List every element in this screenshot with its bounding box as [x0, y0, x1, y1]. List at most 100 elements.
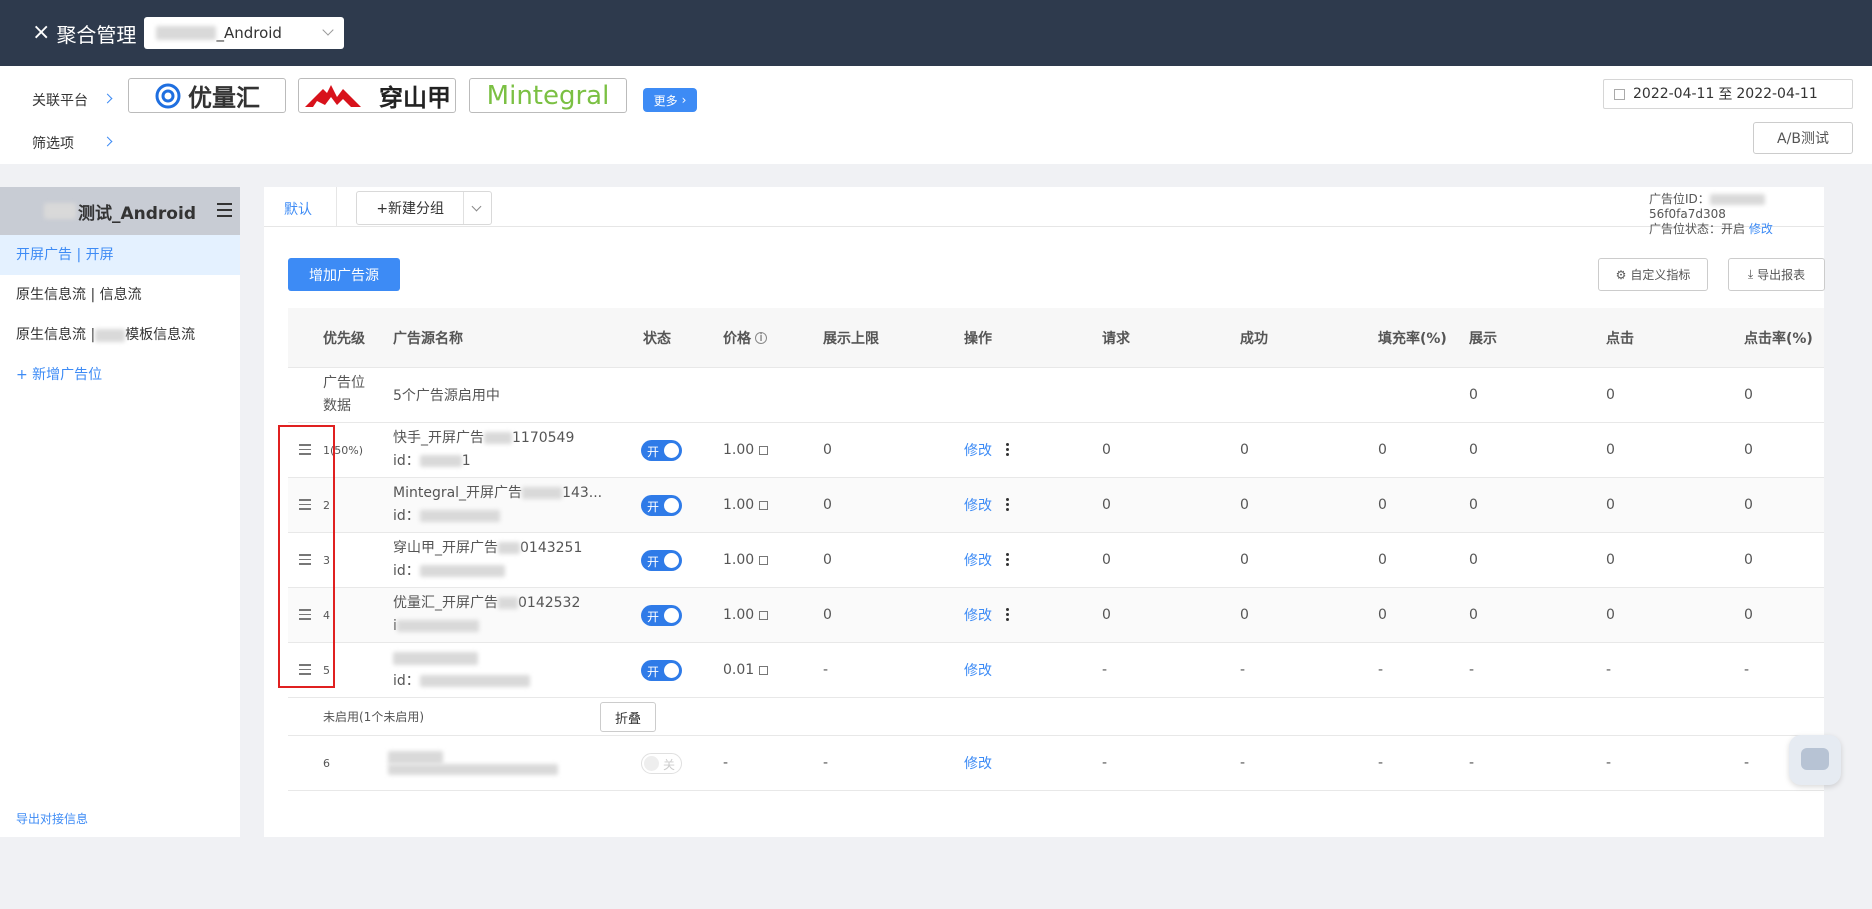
ad-position-info: 广告位ID：56f0fa7d308 广告位状态：开启 修改 — [1649, 192, 1824, 237]
edit-icon[interactable] — [759, 610, 769, 620]
close-icon[interactable]: × — [32, 22, 50, 44]
op-cell: 修改 — [964, 423, 1009, 477]
menu-icon[interactable] — [217, 203, 232, 221]
calendar-icon — [1614, 88, 1625, 100]
sidebar-item-template-feed[interactable]: 原生信息流 | 模板信息流 — [0, 315, 240, 355]
more-vertical-icon[interactable] — [1006, 552, 1009, 568]
info-icon[interactable]: i — [755, 331, 767, 344]
sidebar-item-label: 原生信息流 | — [16, 327, 96, 343]
status-toggle[interactable]: 开 — [641, 494, 682, 516]
col-header-click: 点击 — [1606, 330, 1634, 347]
chevron-down-icon — [322, 24, 335, 36]
shows: - — [1469, 662, 1475, 678]
edit-icon[interactable] — [759, 500, 769, 510]
source-name: 快手_开屏广告 1170549 id： 1 — [393, 430, 575, 469]
export-info-link[interactable]: 导出对接信息 — [16, 810, 88, 827]
chevron-right-icon[interactable] — [102, 136, 113, 147]
edit-icon[interactable] — [759, 555, 769, 565]
filter-bar: 关联平台 筛选项 优量汇 穿山甲 Mintegral 更多 › 2022-04-… — [0, 66, 1872, 164]
add-ad-source-button[interactable]: 增加广告源 — [288, 258, 400, 291]
platform-mintegral[interactable]: Mintegral — [469, 78, 627, 113]
source-name — [388, 736, 558, 790]
ab-test-button[interactable]: A/B测试 — [1753, 122, 1853, 154]
platform-name: Mintegral — [486, 80, 610, 111]
platform-youlianghui[interactable]: 优量汇 — [128, 78, 286, 113]
app-select[interactable]: _Android — [144, 17, 345, 49]
redacted-text — [498, 597, 518, 609]
more-vertical-icon[interactable] — [1006, 607, 1009, 623]
custom-metrics-button[interactable]: ⚙ 自定义指标 — [1598, 258, 1708, 291]
status-toggle-cell: 开 — [641, 643, 682, 697]
adpos-edit-link[interactable]: 修改 — [1749, 222, 1773, 236]
status-toggle-cell: 开 — [641, 423, 682, 477]
custom-metrics-label: 自定义指标 — [1630, 268, 1691, 282]
status-toggle[interactable]: 开 — [641, 439, 682, 461]
clicks: 0 — [1606, 442, 1615, 458]
aggregate-row: 广告位 数据 5个广告源启用中 0 0 0 — [288, 368, 1824, 423]
edit-link[interactable]: 修改 — [964, 660, 992, 680]
edit-link[interactable]: 修改 — [964, 440, 992, 460]
app-select-value: _Android — [216, 24, 282, 42]
redacted-text — [1709, 194, 1765, 205]
edit-link[interactable]: 修改 — [964, 736, 992, 790]
edit-link[interactable]: 修改 — [964, 495, 992, 515]
requests: 0 — [1102, 607, 1111, 623]
price: 1.00 — [723, 423, 769, 477]
price: 1.00 — [723, 533, 769, 587]
redacted-text — [419, 565, 505, 577]
source-name: 优量汇_开屏广告 0142532 i — [393, 595, 581, 634]
edit-link[interactable]: 修改 — [964, 550, 992, 570]
status-toggle-cell: 关 — [641, 736, 682, 790]
clicks: - — [1606, 662, 1612, 678]
status-toggle[interactable]: 开 — [641, 659, 682, 681]
chevron-right-icon: › — [681, 93, 687, 107]
sidebar-item-feed[interactable]: 原生信息流 | 信息流 — [0, 275, 240, 315]
table-row: 3 穿山甲_开屏广告 0143251 id： 开 1.00 0 修改 0 0 0 … — [288, 533, 1824, 588]
filter-label: 筛选项 — [32, 136, 74, 152]
priority: 6 — [323, 756, 330, 770]
table-row: 4 优量汇_开屏广告 0142532 i 开 1.00 0 修改 0 0 0 0 … — [288, 588, 1824, 643]
edit-icon[interactable] — [759, 445, 769, 455]
redacted-text — [388, 764, 558, 775]
edit-icon[interactable] — [759, 665, 769, 675]
status-toggle[interactable]: 开 — [641, 549, 682, 571]
cap: 0 — [823, 442, 832, 458]
fold-button[interactable]: 折叠 — [600, 702, 656, 732]
status-toggle-cell: 开 — [641, 533, 682, 587]
fill-rate: 0 — [1378, 607, 1387, 623]
status-toggle[interactable]: 开 — [641, 604, 682, 626]
success: - — [1240, 755, 1246, 771]
new-group-button[interactable]: +新建分组 — [356, 191, 492, 225]
fill-rate: 0 — [1378, 497, 1387, 513]
success: 0 — [1240, 497, 1249, 513]
status-toggle[interactable]: 关 — [641, 752, 682, 774]
chevron-down-icon[interactable] — [463, 192, 491, 224]
requests: - — [1102, 662, 1108, 678]
export-report-button[interactable]: ⤓ 导出报表 — [1728, 258, 1825, 291]
date-range-picker[interactable]: 2022-04-11 至 2022-04-11 — [1603, 79, 1853, 109]
platform-chuanshanjia[interactable]: 穿山甲 — [298, 78, 456, 113]
chevron-right-icon[interactable] — [102, 93, 113, 104]
ctr: 0 — [1744, 607, 1753, 623]
op-cell: 修改 — [964, 588, 1009, 642]
col-header-cap: 展示上限 — [823, 330, 879, 347]
sidebar-item-splash[interactable]: 开屏广告 | 开屏 — [0, 235, 240, 275]
requests: 0 — [1102, 497, 1111, 513]
chat-icon[interactable] — [1789, 735, 1841, 785]
cap: 0 — [823, 497, 832, 513]
agg-label: 广告位 数据 — [323, 375, 365, 414]
fill-rate: 0 — [1378, 552, 1387, 568]
redacted-text — [419, 675, 530, 687]
col-header-op: 操作 — [964, 330, 992, 347]
more-vertical-icon[interactable] — [1006, 442, 1009, 458]
redacted-text — [522, 487, 563, 499]
platform-name: 穿山甲 — [379, 84, 451, 112]
edit-link[interactable]: 修改 — [964, 605, 992, 625]
more-vertical-icon[interactable] — [1006, 497, 1009, 513]
gear-icon: ⚙ — [1615, 267, 1627, 282]
redacted-text — [156, 26, 217, 40]
more-button[interactable]: 更多 › — [643, 88, 697, 112]
redacted-text — [95, 328, 126, 342]
add-ad-position-link[interactable]: + 新增广告位 — [0, 355, 240, 395]
tab-default[interactable]: 默认 — [284, 199, 312, 219]
